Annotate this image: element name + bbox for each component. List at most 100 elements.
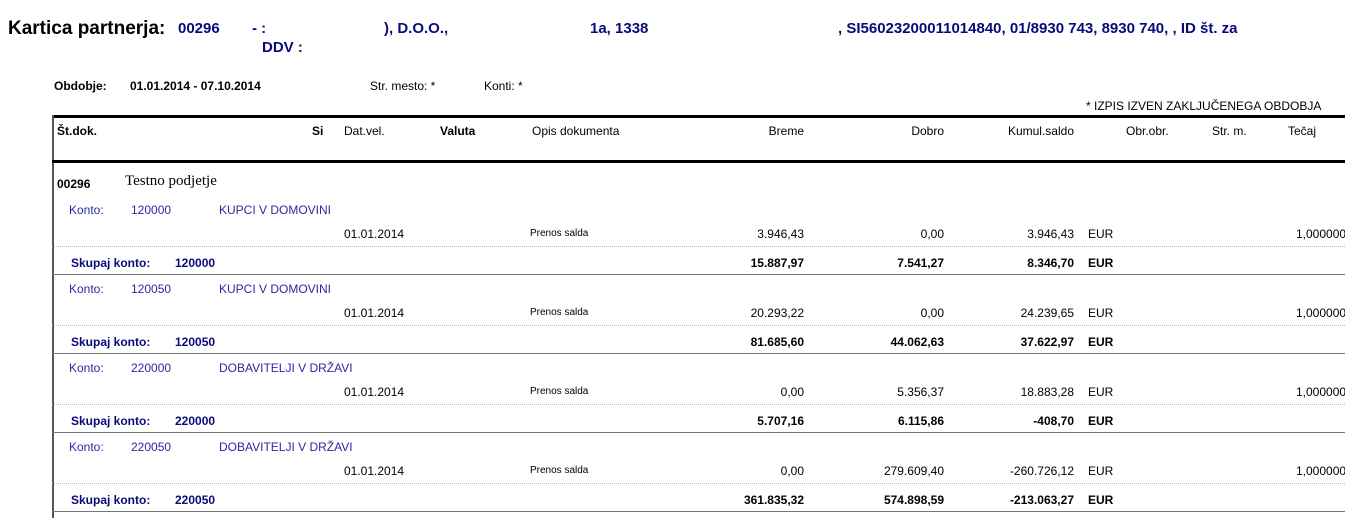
row-credit: 0,00 <box>920 306 944 320</box>
row-credit: 5.356,37 <box>897 385 944 399</box>
total-debit: 361.835,32 <box>743 493 804 507</box>
konto-number: 120000 <box>131 203 172 217</box>
total-konto: 220050 <box>175 493 216 507</box>
group-code: 00296 <box>57 177 91 191</box>
col-debit: Breme <box>768 124 804 138</box>
row-description: Prenos salda <box>530 307 589 318</box>
konto-label: Konto: <box>69 282 104 296</box>
period-label: Obdobje: <box>54 79 107 93</box>
total-credit: 6.115,86 <box>897 414 944 428</box>
row-rate: 1,000000 <box>1296 306 1345 320</box>
row-description: Prenos salda <box>530 228 589 239</box>
partner-ddv: DDV : <box>262 39 303 56</box>
row-divider <box>52 325 1345 326</box>
konto-number: 220000 <box>131 361 172 375</box>
row-description: Prenos salda <box>530 386 589 397</box>
col-obr: Obr.obr. <box>1126 124 1169 138</box>
row-description: Prenos salda <box>530 465 589 476</box>
konto-number: 220050 <box>131 440 172 454</box>
cost-center-filter: Str. mesto: * <box>370 79 436 93</box>
group-name: Testno podjetje <box>125 173 217 189</box>
total-balance: 8.346,70 <box>1027 256 1074 270</box>
total-currency: EUR <box>1088 256 1114 270</box>
col-si: Si <box>312 124 324 138</box>
total-currency: EUR <box>1088 335 1114 349</box>
partner-address: 1a, 1338 <box>590 20 649 37</box>
total-label: Skupaj konto: <box>71 414 151 428</box>
period-notice: * IZPIS IZVEN ZAKLJUČENEGA OBDOBJA <box>1086 99 1322 113</box>
row-currency: EUR <box>1088 385 1114 399</box>
section-divider <box>52 353 1345 354</box>
total-label: Skupaj konto: <box>71 256 151 270</box>
total-currency: EUR <box>1088 493 1114 507</box>
period-value: 01.01.2014 - 07.10.2014 <box>130 79 261 93</box>
row-balance: 24.239,65 <box>1020 306 1074 320</box>
konto-label: Konto: <box>69 361 104 375</box>
total-konto: 120000 <box>175 256 216 270</box>
section-divider <box>52 511 1345 512</box>
col-currency-date: Valuta <box>440 124 476 138</box>
col-balance: Kumul.saldo <box>1007 124 1074 138</box>
total-credit: 44.062,63 <box>890 335 944 349</box>
konto-label: Konto: <box>69 440 104 454</box>
row-debit: 0,00 <box>780 385 804 399</box>
row-divider <box>52 483 1345 484</box>
row-balance: 18.883,28 <box>1020 385 1074 399</box>
partner-name-1: - : <box>252 20 267 37</box>
row-date: 01.01.2014 <box>344 464 405 478</box>
total-debit: 81.685,60 <box>750 335 804 349</box>
total-credit: 7.541,27 <box>897 256 944 270</box>
row-rate: 1,000000 <box>1296 385 1345 399</box>
konto-name: KUPCI V DOMOVINI <box>219 282 332 296</box>
total-balance: 37.622,97 <box>1020 335 1074 349</box>
row-credit: 0,00 <box>920 227 944 241</box>
report-title: Kartica partnerja: <box>8 18 166 39</box>
row-credit: 279.609,40 <box>883 464 944 478</box>
total-label: Skupaj konto: <box>71 335 151 349</box>
total-konto: 220000 <box>175 414 216 428</box>
partner-code: 00296 <box>178 20 220 37</box>
col-date: Dat.vel. <box>344 124 385 138</box>
row-debit: 0,00 <box>780 464 804 478</box>
konto-name: DOBAVITELJI V DRŽAVI <box>219 361 353 375</box>
row-date: 01.01.2014 <box>344 385 405 399</box>
total-balance: -408,70 <box>1033 414 1074 428</box>
col-rate: Tečaj <box>1288 124 1317 138</box>
row-balance: -260.726,12 <box>1009 464 1074 478</box>
total-balance: -213.063,27 <box>1009 493 1074 507</box>
section-divider <box>52 432 1345 433</box>
partner-details: , SI56023200011014840, 01/8930 743, 8930… <box>838 20 1238 37</box>
row-date: 01.01.2014 <box>344 227 405 241</box>
row-divider <box>52 246 1345 247</box>
header-bottom-border <box>52 160 1345 163</box>
konto-label: Konto: <box>69 203 104 217</box>
konto-number: 120050 <box>131 282 172 296</box>
row-currency: EUR <box>1088 306 1114 320</box>
total-konto: 120050 <box>175 335 216 349</box>
konto-name: DOBAVITELJI V DRŽAVI <box>219 440 353 454</box>
col-cost-center: Str. m. <box>1212 124 1247 138</box>
col-doc-no: Št.dok. <box>57 124 98 138</box>
section-divider <box>52 274 1345 275</box>
col-description: Opis dokumenta <box>532 124 620 138</box>
row-date: 01.01.2014 <box>344 306 405 320</box>
total-label: Skupaj konto: <box>71 493 151 507</box>
row-divider <box>52 404 1345 405</box>
row-currency: EUR <box>1088 464 1114 478</box>
total-debit: 5.707,16 <box>757 414 804 428</box>
row-rate: 1,000000 <box>1296 464 1345 478</box>
total-currency: EUR <box>1088 414 1114 428</box>
table-top-border <box>52 115 1345 118</box>
table-left-border <box>52 115 54 518</box>
partner-name-2: ), D.O.O., <box>384 20 449 37</box>
total-credit: 574.898,59 <box>883 493 944 507</box>
total-debit: 15.887,97 <box>750 256 804 270</box>
konto-name: KUPCI V DOMOVINI <box>219 203 332 217</box>
row-debit: 3.946,43 <box>757 227 804 241</box>
row-balance: 3.946,43 <box>1027 227 1074 241</box>
row-currency: EUR <box>1088 227 1114 241</box>
col-credit: Dobro <box>911 124 944 138</box>
row-debit: 20.293,22 <box>750 306 804 320</box>
accounts-filter: Konti: * <box>484 79 523 93</box>
row-rate: 1,000000 <box>1296 227 1345 241</box>
